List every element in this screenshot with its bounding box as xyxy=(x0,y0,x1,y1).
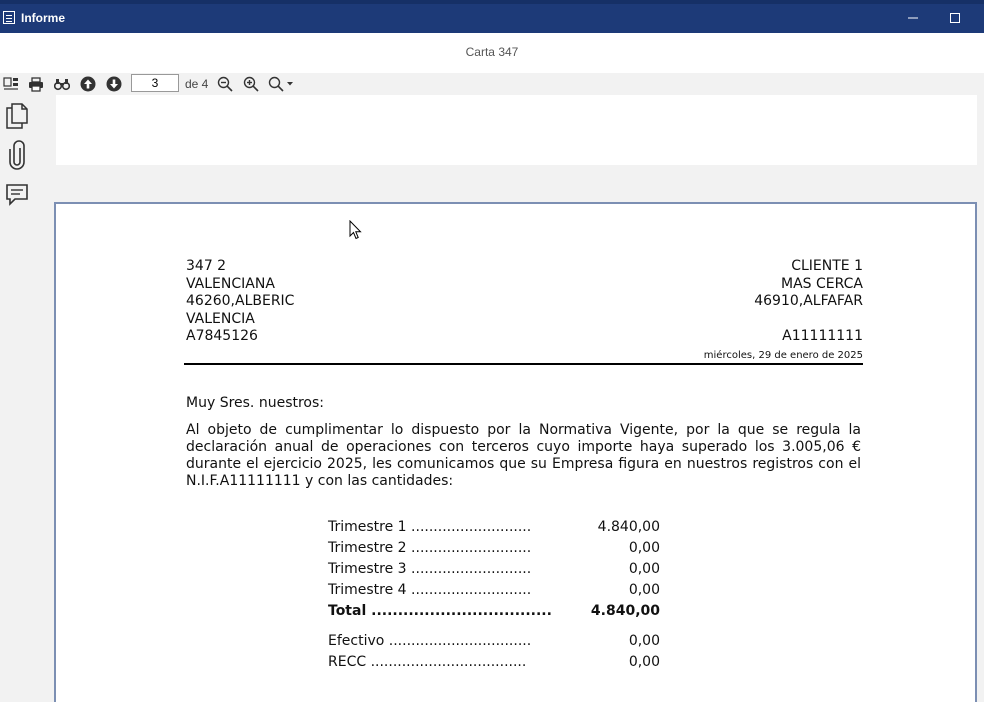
print-button[interactable] xyxy=(26,75,46,93)
zoom-in-button[interactable] xyxy=(241,75,261,93)
report-subtitle: Carta 347 xyxy=(0,33,984,73)
amount-row: Trimestre 3 ........................... 0… xyxy=(328,559,660,580)
background-window-strip xyxy=(0,0,984,4)
amounts-table: Trimestre 1 ........................... 4… xyxy=(328,517,660,673)
paperclip-icon xyxy=(9,140,25,170)
zoom-menu-icon xyxy=(268,76,293,92)
amount-row: Trimestre 1 ........................... 4… xyxy=(328,517,660,538)
sender-line: A7845126 xyxy=(186,328,258,344)
header-rule xyxy=(184,363,863,365)
zoom-out-icon xyxy=(217,76,233,92)
row-value: 0,00 xyxy=(628,654,660,670)
amount-row: Trimestre 2 ........................... 0… xyxy=(328,538,660,559)
sender-line: 46260,ALBERIC xyxy=(186,293,295,309)
letter-date: miércoles, 29 de enero de 2025 xyxy=(703,350,863,361)
previous-page-button[interactable] xyxy=(78,75,98,93)
print-icon xyxy=(29,76,43,92)
row-label: Efectivo ...............................… xyxy=(328,633,532,649)
window-title: Informe xyxy=(21,11,66,25)
minimize-icon xyxy=(908,17,918,19)
amount-row: RECC ...................................… xyxy=(328,652,660,673)
maximize-icon xyxy=(950,13,960,23)
total-row: Total ..................................… xyxy=(328,601,660,622)
row-label: Trimestre 3 ........................... xyxy=(328,561,532,577)
attachments-panel-button[interactable] xyxy=(4,140,30,170)
page-number-input[interactable] xyxy=(131,74,179,92)
row-label: Total .................................. xyxy=(328,603,552,619)
comment-icon xyxy=(6,184,28,206)
amount-row: Efectivo ...............................… xyxy=(328,631,660,652)
row-value: 0,00 xyxy=(628,561,660,577)
row-value: 0,00 xyxy=(628,633,660,649)
row-value: 4.840,00 xyxy=(597,519,660,535)
arrow-up-circle-icon xyxy=(80,76,96,92)
sidebar-toggle-icon xyxy=(3,77,18,90)
recipient-line: CLIENTE 1 xyxy=(791,258,863,274)
arrow-down-circle-icon xyxy=(106,76,122,92)
maximize-button[interactable] xyxy=(944,8,966,28)
find-button[interactable] xyxy=(52,75,72,93)
pages-panel-button[interactable] xyxy=(4,101,30,131)
binoculars-icon xyxy=(54,79,70,91)
letter-body: Al objeto de cumplimentar lo dispuesto p… xyxy=(186,422,861,489)
recipient-line: MAS CERCA xyxy=(781,275,863,292)
row-value: 0,00 xyxy=(628,540,660,556)
document-page: 347 2 VALENCIANA 46260,ALBERIC VALENCIA … xyxy=(54,202,977,702)
report-icon xyxy=(3,11,15,24)
sender-line: VALENCIA xyxy=(186,310,255,327)
comments-panel-button[interactable] xyxy=(4,180,30,210)
minimize-button[interactable] xyxy=(902,8,924,28)
zoom-out-button[interactable] xyxy=(215,75,235,93)
sidebar-toggle-button[interactable] xyxy=(1,75,21,93)
row-label: Trimestre 2 ........................... xyxy=(328,540,532,556)
recipient-line: 46910,ALFAFAR xyxy=(754,293,863,309)
recipient-address: CLIENTE 1 MAS CERCA 46910,ALFAFAR A11111… xyxy=(754,258,863,346)
amount-row: Trimestre 4 ........................... 0… xyxy=(328,580,660,601)
row-label: RECC ................................... xyxy=(328,654,527,670)
mouse-cursor-icon xyxy=(349,220,362,240)
recipient-line: A11111111 xyxy=(782,328,863,344)
sender-address: 347 2 VALENCIANA 46260,ALBERIC VALENCIA … xyxy=(186,258,294,346)
page-count-label: de 4 xyxy=(185,77,209,91)
row-label: Trimestre 4 ........................... xyxy=(328,582,532,598)
row-value: 0,00 xyxy=(628,582,660,598)
zoom-menu-button[interactable] xyxy=(267,75,295,93)
sender-line: 347 2 xyxy=(186,258,227,274)
zoom-in-icon xyxy=(243,76,259,92)
sender-line: VALENCIANA xyxy=(186,275,275,292)
pdf-toolbar: de 4 xyxy=(0,73,984,95)
next-page-button[interactable] xyxy=(104,75,124,93)
title-bar: Informe xyxy=(0,0,984,33)
recipient-line xyxy=(754,311,863,329)
left-sidebar xyxy=(0,95,34,683)
row-value: 4.840,00 xyxy=(590,603,660,619)
pages-icon xyxy=(6,103,28,129)
row-label: Trimestre 1 ........................... xyxy=(328,519,532,535)
previous-page xyxy=(56,95,977,165)
greeting: Muy Sres. nuestros: xyxy=(186,395,324,411)
